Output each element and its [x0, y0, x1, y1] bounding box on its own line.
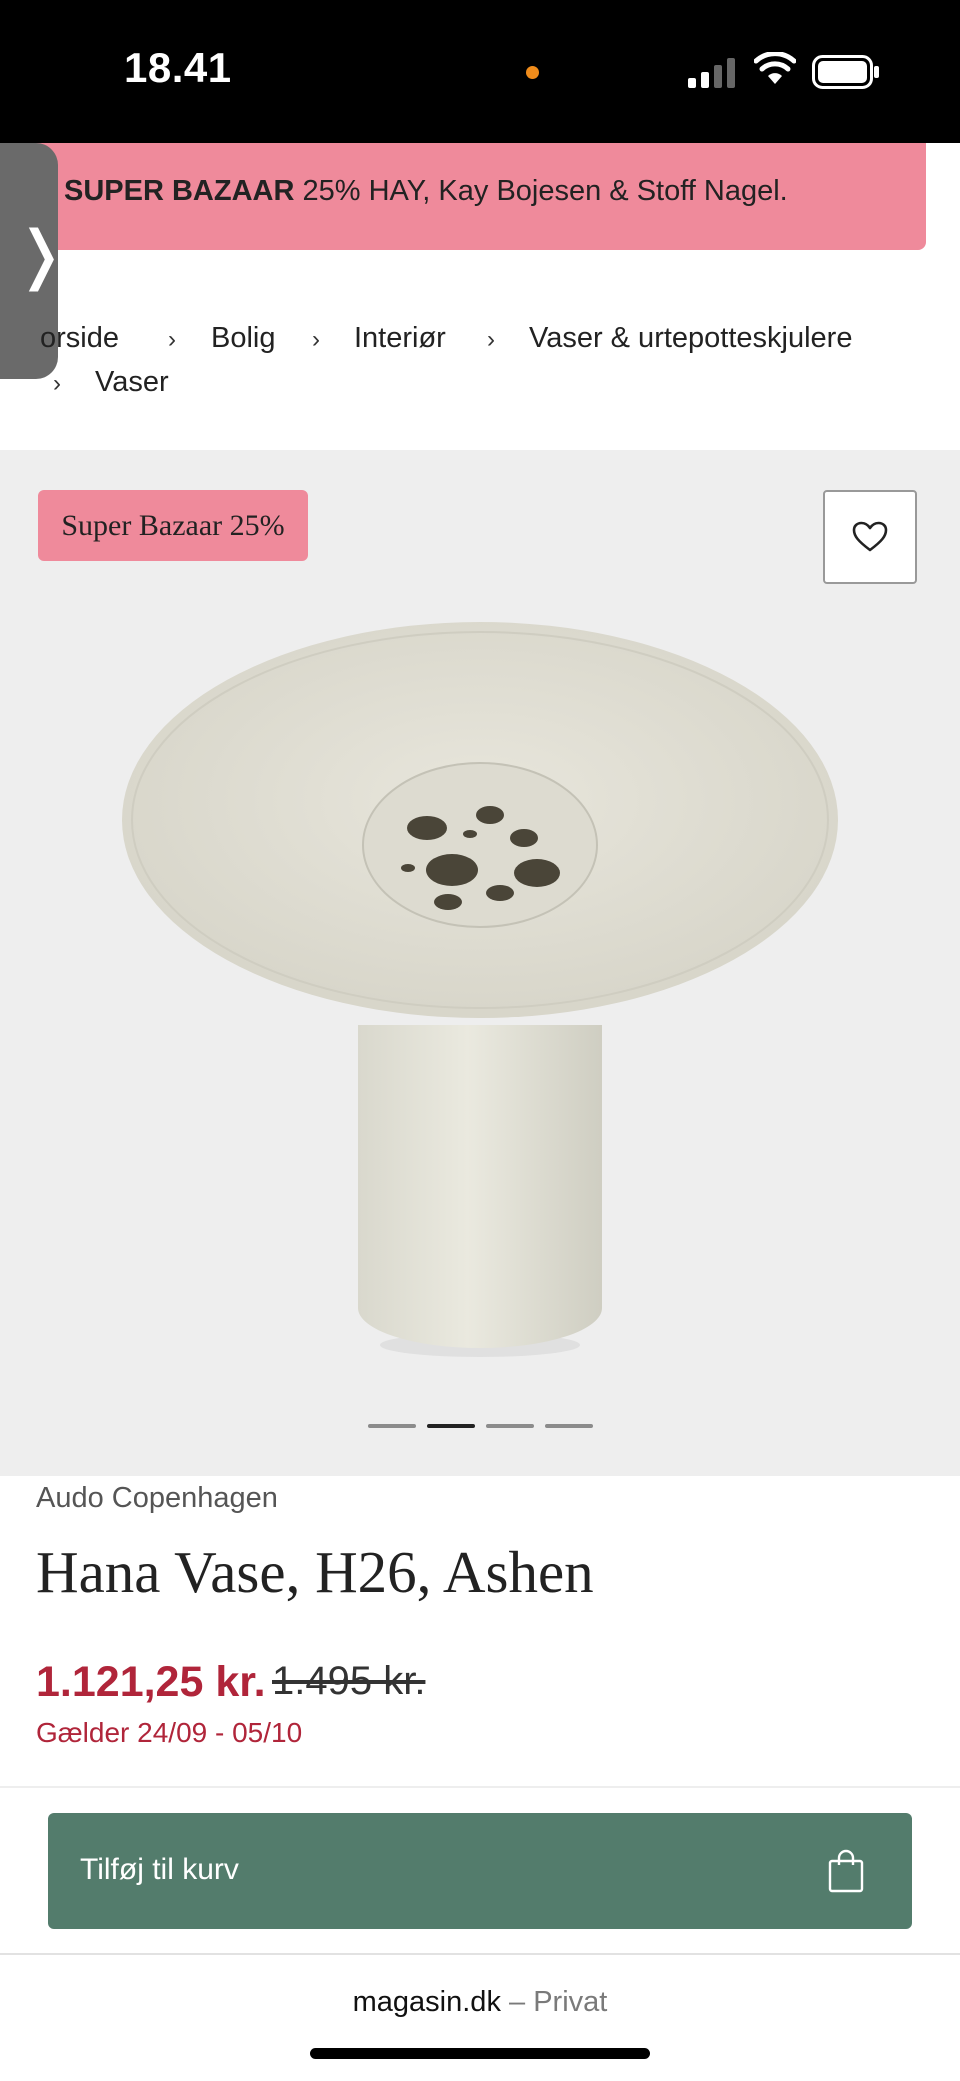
add-to-cart-label: Tilføj til kurv [80, 1853, 239, 1886]
current-price: 1.121,25 kr. [36, 1658, 266, 1706]
promo-banner-rest: 25% HAY, Kay Bojesen & Stoff Nagel. [294, 175, 788, 207]
breadcrumb-separator: › [487, 326, 495, 353]
breadcrumb-separator: › [312, 326, 320, 353]
breadcrumb-separator: › [53, 370, 61, 397]
product-title: Hana Vase, H26, Ashen [36, 1539, 594, 1605]
gallery-dot-active[interactable] [427, 1424, 475, 1428]
original-price: 1.495 kr. [272, 1659, 426, 1703]
browser-private-mode: Privat [533, 1986, 608, 2018]
promo-banner-text: SUPER BAZAAR 25% HAY, Kay Bojesen & Stof… [64, 175, 788, 208]
browser-dash: – [500, 1986, 534, 2018]
wifi-icon [754, 52, 796, 84]
breadcrumb-item-bolig[interactable]: Bolig [211, 322, 276, 355]
product-image [122, 622, 838, 1357]
promo-banner-bold: SUPER BAZAAR [64, 175, 295, 207]
browser-domain: magasin.dk [352, 1986, 501, 2018]
add-to-cart-button[interactable]: Tilføj til kurv [48, 1813, 912, 1929]
divider [0, 1786, 960, 1788]
chevron-right-icon: ❭ [14, 218, 68, 292]
offer-validity: Gælder 24/09 - 05/10 [36, 1717, 303, 1748]
battery-icon [812, 55, 879, 89]
browser-address-bar[interactable]: magasin.dk – Privat [0, 1986, 960, 2019]
sale-badge: Super Bazaar 25% [38, 490, 308, 561]
breadcrumb-item-vaser[interactable]: Vaser [95, 366, 169, 399]
breadcrumb-item-interior[interactable]: Interiør [354, 322, 446, 355]
shopping-bag-icon [828, 1849, 864, 1893]
breadcrumb: orside › Bolig › Interiør › Vaser & urte… [0, 300, 960, 410]
cellular-signal-icon [688, 58, 735, 88]
breadcrumb-separator: › [168, 326, 176, 353]
home-indicator[interactable] [310, 2048, 650, 2059]
breadcrumb-item-home[interactable]: orside [40, 322, 119, 355]
status-time: 18.41 [124, 44, 232, 91]
favorite-button[interactable] [823, 490, 917, 584]
gallery-dot[interactable] [545, 1424, 593, 1428]
gallery-dot[interactable] [368, 1424, 416, 1428]
product-brand[interactable]: Audo Copenhagen [36, 1482, 278, 1515]
breadcrumb-item-vaser-urtepotteskjulere[interactable]: Vaser & urtepotteskjulere [529, 322, 852, 355]
divider [0, 1953, 960, 1955]
gallery-dot[interactable] [486, 1424, 534, 1428]
privacy-indicator-dot [526, 66, 539, 79]
heart-icon [852, 521, 888, 552]
